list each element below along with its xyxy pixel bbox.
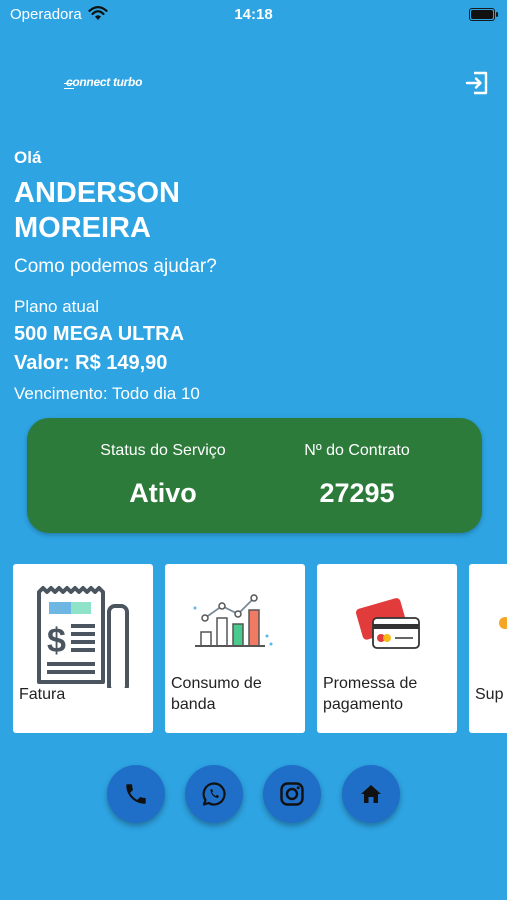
logout-icon (465, 71, 488, 95)
instagram-button[interactable] (263, 765, 321, 823)
tile-invoice[interactable]: $ Fatura (13, 564, 153, 733)
tile-support[interactable]: Sup (469, 564, 507, 733)
tile-support-label: Sup (475, 686, 504, 703)
greeting-hello: Olá (14, 148, 42, 167)
service-status-label: Status do Serviço (100, 442, 226, 459)
phone-button[interactable] (107, 765, 165, 823)
whatsapp-icon (202, 782, 226, 806)
tile-bandwidth-label: Consumo de banda (171, 675, 262, 713)
clock: 14:18 (234, 6, 273, 23)
invoice-icon: $ (13, 578, 153, 694)
plan-name: 500 MEGA ULTRA (14, 323, 185, 345)
instagram-icon (280, 782, 304, 806)
svg-text:$: $ (47, 622, 66, 660)
phone-icon (126, 784, 146, 804)
tile-payment-promise[interactable]: Promessa de pagamento (317, 564, 457, 733)
service-status: Status do Serviço Ativo (63, 418, 263, 509)
home-icon (361, 785, 381, 803)
support-icon (469, 578, 507, 668)
app-logo: connect turbo (66, 75, 143, 89)
customer-name: ANDERSON MOREIRA (14, 177, 180, 244)
contract-number-label: Nº do Contrato (304, 442, 410, 459)
tile-bandwidth[interactable]: Consumo de banda (165, 564, 305, 733)
contract-number-value: 27295 (319, 478, 395, 508)
whatsapp-button[interactable] (185, 765, 243, 823)
service-status-card: Status do Serviço Ativo Nº do Contrato 2… (27, 418, 482, 533)
status-bar: Operadora 14:18 (0, 0, 507, 30)
service-status-value: Ativo (129, 478, 197, 508)
contract-number: Nº do Contrato 27295 (257, 418, 457, 509)
tile-payment-promise-label: Promessa de pagamento (323, 675, 418, 713)
home-button[interactable] (342, 765, 400, 823)
tile-invoice-label: Fatura (19, 686, 66, 703)
bandwidth-chart-icon (165, 578, 305, 668)
logout-button[interactable] (464, 70, 490, 96)
due-date: Vencimento: Todo dia 10 (14, 384, 200, 403)
plan-value: Valor: R$ 149,90 (14, 352, 168, 374)
services-carousel[interactable]: $ Fatura Consumo de banda Promessa de pa… (13, 564, 507, 734)
help-prompt: Como podemos ajudar? (14, 256, 217, 277)
battery-icon (469, 8, 498, 21)
credit-card-icon (317, 578, 457, 668)
plan-label: Plano atual (14, 297, 100, 316)
